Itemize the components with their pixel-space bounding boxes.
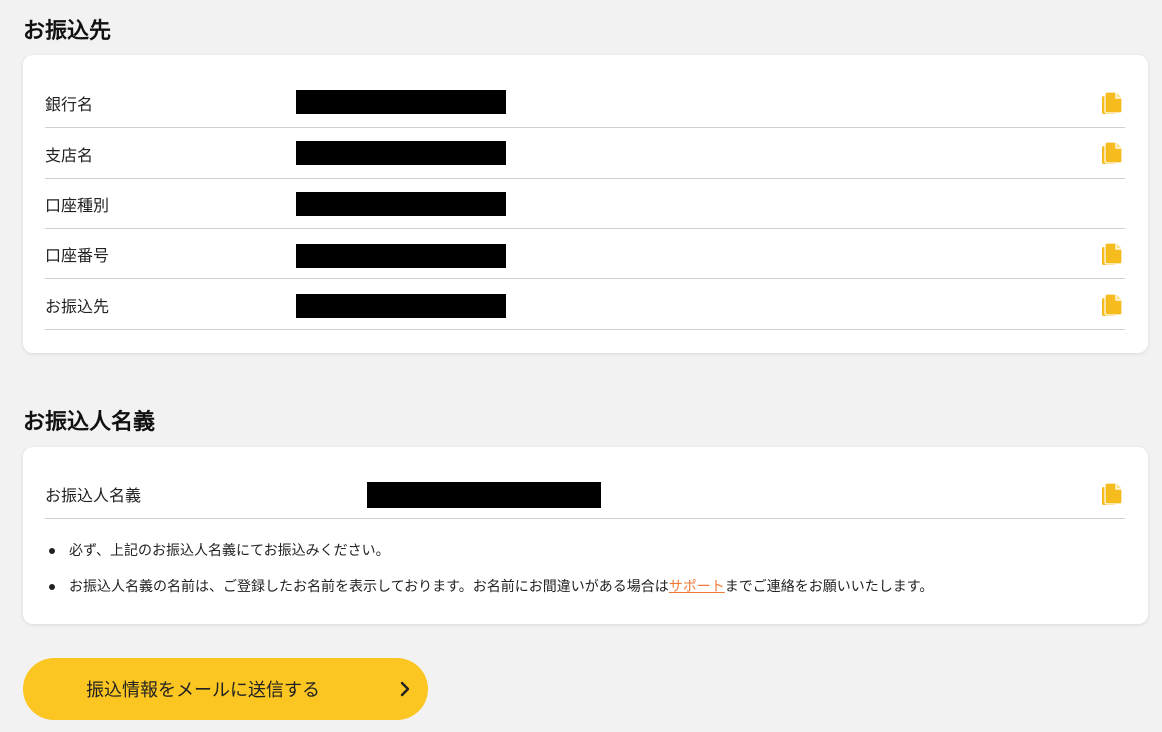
row-label: 口座番号 (45, 245, 110, 265)
note-text: までご連絡をお願いいたします。 (724, 579, 934, 595)
support-link[interactable]: サポート (669, 579, 725, 595)
redacted-value (296, 90, 506, 114)
copy-icon (1102, 242, 1123, 265)
copy-icon (1102, 141, 1123, 164)
copy-account-number-button[interactable] (1099, 241, 1125, 267)
transfer-destination-card: 銀行名 支店名 口座種別 口座番号 お振込先 (23, 55, 1148, 353)
row-label: お振込人名義 (45, 485, 142, 505)
payer-section-title: お振込人名義 (23, 410, 156, 435)
row-label: お振込先 (45, 296, 110, 316)
copy-icon (1102, 482, 1123, 505)
send-email-button[interactable]: 振込情報をメールに送信する (23, 658, 428, 720)
row-label: 銀行名 (45, 94, 94, 114)
redacted-value (296, 244, 506, 268)
row-account-number: 口座番号 (45, 229, 1125, 279)
copy-icon (1102, 293, 1123, 316)
row-branch-name: 支店名 (45, 129, 1125, 179)
notes-list: 必ず、上記のお振込人名義にてお振込みください。 お振込人名義の名前は、ご登録した… (45, 533, 933, 605)
send-email-button-label: 振込情報をメールに送信する (86, 680, 320, 701)
copy-bank-name-button[interactable] (1099, 90, 1125, 116)
row-bank-name: 銀行名 (45, 78, 1125, 128)
row-transfer-destination: お振込先 (45, 280, 1125, 330)
transfer-section-title: お振込先 (23, 19, 112, 44)
payer-name-card: お振込人名義 必ず、上記のお振込人名義にてお振込みください。 お振込人名義の名前… (23, 447, 1148, 624)
redacted-value (367, 482, 601, 508)
copy-branch-name-button[interactable] (1099, 140, 1125, 166)
row-label: 口座種別 (45, 195, 110, 215)
copy-transfer-destination-button[interactable] (1099, 292, 1125, 318)
row-payer-name: お振込人名義 (45, 469, 1125, 519)
page: お振込先 銀行名 支店名 口座種別 口座番号 お振込先 お振込人名義 お振込人名… (0, 0, 1162, 732)
copy-icon (1102, 91, 1123, 114)
row-account-type: 口座種別 (45, 179, 1125, 229)
chevron-right-icon (400, 681, 410, 697)
row-label: 支店名 (45, 145, 94, 165)
note-item: お振込人名義の名前は、ご登録したお名前を表示しております。お名前にお間違いがある… (45, 569, 933, 605)
redacted-value (296, 192, 506, 216)
redacted-value (296, 141, 506, 165)
note-item: 必ず、上記のお振込人名義にてお振込みください。 (45, 533, 933, 569)
copy-payer-name-button[interactable] (1099, 481, 1125, 507)
note-text: お振込人名義の名前は、ご登録したお名前を表示しております。お名前にお間違いがある… (69, 579, 669, 595)
redacted-value (296, 294, 506, 318)
